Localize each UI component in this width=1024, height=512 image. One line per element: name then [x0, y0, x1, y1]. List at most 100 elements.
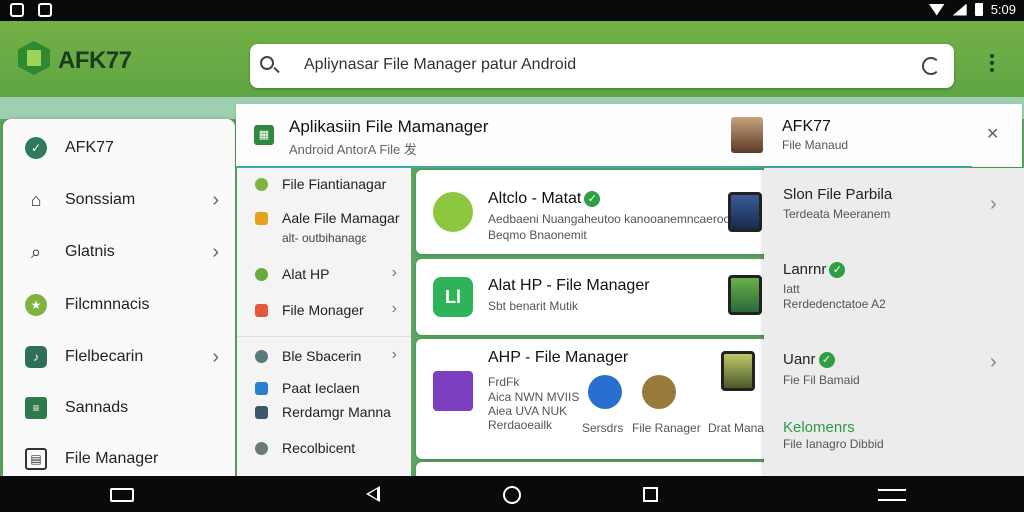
system-navigation-bar [0, 476, 1024, 512]
file-manager-app-icon: ▦ [254, 125, 274, 145]
drawer-item-label: AFK77 [65, 139, 114, 156]
rotate-icon[interactable] [110, 488, 134, 502]
category-item[interactable]: File Monager › [237, 300, 411, 332]
list-icon: ≡ [25, 397, 47, 419]
close-icon[interactable]: ✕ [986, 124, 999, 144]
drawer-item-flelbecarin[interactable]: ♪ Flelbecarin › [3, 335, 235, 379]
home-icon: ⌂ [30, 189, 42, 210]
category-icon [255, 442, 268, 455]
refresh-icon[interactable] [922, 57, 940, 75]
category-item[interactable]: Rerdamgr Manna [237, 404, 411, 428]
app-thumbnail-icon[interactable] [642, 375, 676, 409]
app-card-description: Aica NWN MVIIS [488, 390, 580, 404]
category-item[interactable]: Aale File Mamagar alt- outbihanagε [237, 210, 411, 250]
app-card[interactable]: AHP - File Manager FrdFk Aica NWN MVIIS … [416, 339, 771, 459]
category-list: File Fiantianagar Aale File Mamagar alt-… [237, 168, 411, 476]
side-panel-subtitle: Fie Fil Bamaid [783, 373, 860, 387]
app-card-description: Sbt benarit Mutik [488, 299, 579, 313]
search-icon[interactable] [260, 56, 274, 70]
app-card-description: Aedbaeni Nuangaheutoo kanooanemncaeroosi [488, 212, 739, 226]
check-icon: ✓ [25, 137, 47, 159]
drawer-item-afk77[interactable]: ✓ AFK77 [3, 126, 235, 170]
category-item[interactable]: Ble Sbacerin › [237, 346, 411, 378]
drawer-item-label: Glatnis [65, 243, 115, 260]
search-icon: ⌕ [30, 241, 42, 262]
side-panel-title[interactable]: Kelomenrs [783, 419, 855, 436]
verified-badge-icon: ✓ [829, 262, 846, 279]
chevron-right-icon: › [212, 188, 219, 211]
drawer-item-label: File Manager [65, 450, 159, 467]
category-label: Ble Sbacerin [282, 348, 362, 364]
chevron-right-icon[interactable]: › [990, 351, 997, 374]
file-manager-app-icon: Ll [433, 277, 473, 317]
category-label: Recolbicent [282, 440, 356, 456]
thumbnail-caption: Drat Manag [708, 421, 771, 435]
category-icon [255, 382, 268, 395]
drawer-item-filcmnnacis[interactable]: ★ Filcmnnacis [3, 283, 235, 327]
app-card-title: AHP - File Manager [488, 349, 629, 366]
star-icon: ★ [25, 294, 47, 316]
category-icon [255, 212, 268, 225]
category-icon [255, 304, 268, 317]
chevron-right-icon[interactable]: › [990, 193, 997, 216]
switch-icon[interactable] [878, 489, 906, 501]
signal-icon [952, 3, 967, 16]
category-icon [255, 406, 268, 419]
avatar[interactable] [731, 117, 763, 153]
status-bar: 5:09 [0, 0, 1024, 21]
drawer-item-label: Sannads [65, 399, 129, 416]
category-icon [255, 268, 268, 281]
chevron-right-icon: › [212, 345, 219, 368]
category-label: Rerdamgr Manna [282, 404, 391, 420]
logo-mark [27, 50, 41, 66]
battery-icon [974, 3, 983, 16]
app-card[interactable]: Ll Alat HP - File Manager Sbt benarit Mu… [416, 259, 768, 335]
app-notification-icon [10, 3, 24, 17]
app-card-description: Beqmo Bnaonemit [488, 228, 587, 242]
screenshot-thumbnail [721, 351, 755, 391]
category-item[interactable]: Recolbicent [237, 440, 411, 464]
recents-icon[interactable] [643, 487, 658, 502]
drawer-item-sonssiam[interactable]: ⌂ Sonssiam › [3, 178, 235, 222]
navigation-drawer: ✓ AFK77 ⌂ Sonssiam › ⌕ Glatnis › ★ Filcm… [3, 119, 235, 476]
category-label: File Fiantianagar [282, 176, 387, 192]
profile-subtitle: File Manaud [782, 138, 849, 152]
app-card[interactable] [416, 462, 768, 476]
app-card[interactable]: Altclo - Matat ✓ Aedbaeni Nuangaheutoo ka… [416, 170, 768, 254]
app-thumbnail-icon[interactable] [588, 375, 622, 409]
chevron-right-icon: › [212, 240, 219, 263]
app-card-description: FrdFk [488, 375, 520, 389]
search-input[interactable]: Apliynasar File Manager patur Android [304, 56, 576, 74]
drawer-item-label: Flelbecarin [65, 348, 144, 365]
search-bar[interactable]: Apliynasar File Manager patur Android [250, 44, 954, 88]
category-label: Paat Ieclaen [282, 380, 360, 396]
home-icon[interactable] [503, 486, 521, 504]
drawer-item-sannads[interactable]: ≡ Sannads [3, 386, 235, 430]
app-notification-icon [38, 3, 52, 17]
category-icon [255, 350, 268, 363]
chevron-right-icon: › [391, 346, 397, 363]
drawer-item-glatnis[interactable]: ⌕ Glatnis › [3, 230, 235, 274]
thumbnail-caption: File Ranager [632, 421, 701, 435]
category-item[interactable]: File Fiantianagar [237, 176, 411, 206]
side-panel-title[interactable]: Uanr ✓ [783, 351, 835, 369]
category-label: File Monager [282, 302, 364, 318]
screenshot-thumbnail [728, 192, 762, 232]
category-item[interactable]: Alat HP › [237, 264, 411, 296]
detail-title: Aplikasiin File Mamanager [289, 117, 489, 136]
category-sublabel: alt- outbihanagε [282, 231, 367, 245]
chevron-right-icon: › [391, 300, 397, 317]
app-header: AFK77 Apliynasar File Manager patur Andr… [0, 21, 1024, 97]
side-panel-title[interactable]: Slon File Parbila [783, 186, 892, 203]
verified-badge-icon: ✓ [818, 352, 835, 369]
more-vertical-icon[interactable] [988, 51, 996, 79]
profile-name: AFK77 [782, 118, 831, 135]
category-icon [255, 178, 268, 191]
drawer-item-label: Filcmnnacis [65, 296, 150, 313]
category-item[interactable]: Paat Ieclaen [237, 380, 411, 404]
thumbnail-caption: Sersdrs [582, 421, 624, 435]
side-panel-subtitle: File Ianagro Dibbid [783, 437, 884, 451]
back-icon[interactable] [366, 486, 380, 502]
side-panel-title[interactable]: Lanrnr ✓ [783, 261, 846, 279]
drawer-item-file-manager[interactable]: ▤ File Manager [3, 437, 235, 481]
